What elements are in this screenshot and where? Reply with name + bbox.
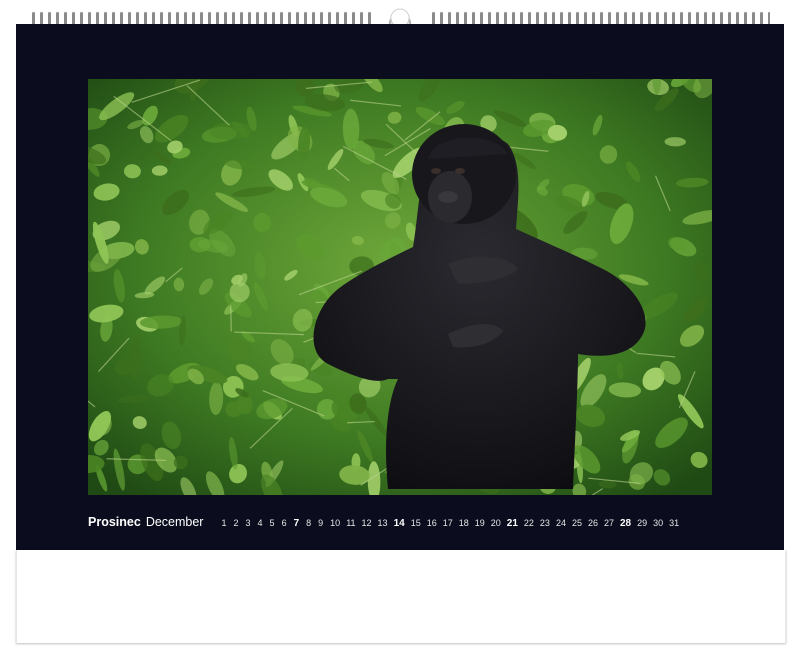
day-number: 20 — [490, 518, 501, 528]
day-number: 30 — [653, 518, 664, 528]
day-number: 25 — [571, 518, 582, 528]
day-number: 5 — [269, 518, 275, 528]
day-number: 6 — [281, 518, 287, 528]
day-number: 14 — [393, 518, 405, 529]
day-number: 1 — [221, 518, 227, 528]
day-number: 7 — [293, 518, 300, 529]
gorilla-illustration — [88, 79, 712, 495]
stem — [230, 305, 232, 332]
day-number: 18 — [458, 518, 469, 528]
day-number: 2 — [233, 518, 239, 528]
day-number: 8 — [306, 518, 312, 528]
day-number: 16 — [426, 518, 437, 528]
day-number: 12 — [361, 518, 372, 528]
day-number: 19 — [474, 518, 485, 528]
day-number: 23 — [539, 518, 550, 528]
day-number: 15 — [410, 518, 421, 528]
day-number: 29 — [637, 518, 648, 528]
day-number: 26 — [587, 518, 598, 528]
day-number: 10 — [330, 518, 341, 528]
day-number: 9 — [318, 518, 324, 528]
day-number: 21 — [506, 518, 518, 529]
day-number: 31 — [669, 518, 680, 528]
day-numbers: 1 2 3 4 5 6 7 8 9 10 11 12 13 14 15 16 17 18 19 20 21 22 23 24 2… — [221, 518, 685, 529]
day-number: 13 — [377, 518, 388, 528]
day-number: 4 — [257, 518, 263, 528]
day-number: 28 — [620, 518, 632, 529]
day-number: 22 — [523, 518, 534, 528]
day-number: 24 — [555, 518, 566, 528]
day-number: 27 — [603, 518, 614, 528]
day-number: 3 — [245, 518, 251, 528]
month-row: Prosinec December 1 2 3 4 5 6 7 8 9 10 11 12 13 14 15 1… — [88, 515, 728, 533]
calendar-sheet-bottom — [16, 550, 786, 643]
month-name-czech: Prosinec — [88, 515, 141, 529]
day-number: 17 — [442, 518, 453, 528]
month-name-english: December — [145, 515, 204, 529]
day-number: 11 — [346, 518, 356, 528]
gorilla-photo — [88, 79, 712, 495]
